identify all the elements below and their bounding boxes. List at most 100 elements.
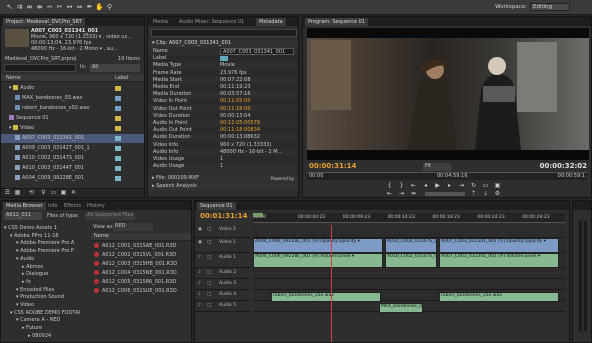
track-header[interactable]: ◉ ▢ Video 1 (195, 238, 250, 253)
safe-margins-icon[interactable]: ▭ (481, 182, 490, 190)
play-icon[interactable]: ▶ (433, 182, 442, 190)
project-item-audio[interactable]: MAX_barebones_03.wav (1, 94, 144, 103)
browser-folder[interactable]: ▾ Video (1, 302, 91, 309)
new-item-icon[interactable]: ▣ (59, 189, 68, 197)
browser-file[interactable]: A012_C004_0315NE_001.R3D (91, 269, 191, 277)
workspace-selector[interactable]: Workspace: Editing (495, 3, 570, 11)
project-item-folder[interactable]: ▾ Audio (1, 84, 144, 93)
music-clip[interactable]: robert_barebones_v02.wav (439, 292, 559, 302)
tab-media-browser[interactable]: Media Browser (3, 202, 46, 210)
work-area-bar[interactable] (253, 213, 263, 217)
metadata-row[interactable]: Video Duration 00:00:13:04 (148, 112, 298, 120)
selection-tool-icon[interactable]: ↖ (5, 3, 14, 12)
browser-folder[interactable]: ▾ Audio (1, 256, 91, 263)
audio-clip[interactable]: A004_C009_09228E_001 [A] Volume:Level ▾ (253, 253, 383, 268)
goto-next-edit-icon[interactable]: ⇥ (397, 190, 406, 198)
browser-file[interactable]: A012_C003_0315HB_001.R3D (91, 260, 191, 268)
eye-icon[interactable]: ◉ (198, 240, 202, 245)
video-clip[interactable]: A004_C009_09228E_001 [V] Opacity:Opacity… (253, 238, 383, 253)
files-header[interactable]: Name (91, 233, 191, 241)
tab-info[interactable]: Info (45, 202, 60, 210)
speaker-icon[interactable]: ♪ (198, 255, 201, 260)
browser-folder[interactable]: ▾ Encoded Files (1, 287, 91, 294)
rate-stretch-icon[interactable]: ⇿ (45, 3, 54, 12)
col-label[interactable]: Label (115, 75, 129, 81)
new-bin-icon[interactable]: ▭ (49, 189, 58, 197)
tab-effects[interactable]: Effects (61, 202, 84, 210)
lock-icon[interactable]: ▢ (207, 255, 211, 260)
metadata-value[interactable]: 00:07:22:08 (220, 77, 251, 84)
speaker-icon[interactable]: ♪ (198, 270, 201, 275)
find-icon[interactable]: ⚲ (39, 189, 48, 197)
metadata-row[interactable]: Label (148, 55, 298, 63)
project-item-video[interactable]: A009_C003_03142T_001_1 (1, 144, 144, 153)
goto-prev-edit-icon[interactable]: ⇤ (385, 190, 394, 198)
tab-sequence[interactable]: Sequence 01 (197, 202, 236, 210)
metadata-row[interactable]: Audio Out Point 00:11:18:00834 (148, 127, 298, 135)
metadata-value[interactable]: 00:11:18:00834 (220, 127, 260, 134)
col-name[interactable]: Name (6, 75, 21, 81)
eye-icon[interactable]: ◉ (198, 227, 202, 232)
trim-icon[interactable]: ⚙ (493, 190, 502, 198)
metadata-value[interactable]: A007_C003_031341_001 (220, 48, 294, 55)
lift-icon[interactable]: ⇡ (469, 190, 478, 198)
metadata-value[interactable]: 00:00:13.08632 (220, 134, 260, 141)
track-header[interactable]: ♪ ▢ Audio 5 (195, 301, 250, 312)
browser-folder[interactable]: ▸ fx (1, 279, 91, 286)
track-header[interactable]: ♪ ▢ Audio 4 (195, 290, 250, 301)
metadata-value[interactable]: 00:11:05:00 (220, 98, 251, 105)
project-item-folder[interactable]: ▾ Video (1, 124, 144, 133)
tab-project[interactable]: Project: Medieval_DVCPro_SRT (3, 18, 85, 26)
metadata-value[interactable]: 00:00:13:04 (220, 113, 251, 120)
slip-icon[interactable]: ↔ (65, 3, 74, 12)
mark-out-icon[interactable]: } (397, 182, 406, 190)
metadata-row[interactable]: Frame Rate 23.976 fps (148, 69, 298, 77)
loop-icon[interactable]: ↻ (469, 182, 478, 190)
metadata-row[interactable]: Video Usage 1 (148, 156, 298, 163)
project-item-video[interactable]: A010_C002_03147S_001 (1, 154, 144, 163)
timeline-timecode[interactable]: 00:01:31:14 (200, 212, 247, 220)
hand-icon[interactable]: ✋ (95, 3, 104, 12)
browser-folder[interactable]: ▸ 080924 (1, 333, 91, 340)
program-timecode[interactable]: 00:00:31:14 (309, 162, 356, 170)
workspace-dropdown[interactable]: Editing (530, 3, 570, 11)
program-video-frame[interactable] (307, 28, 589, 160)
metadata-row[interactable]: Video Info 960 x 720 (1.33333) (148, 141, 298, 149)
list-view-icon[interactable]: ☰ (3, 189, 12, 197)
lock-icon[interactable]: ▢ (207, 303, 211, 308)
audio-clip[interactable]: A007_C003_031341_001 [A] Volume:Level ▾ (439, 253, 559, 268)
metadata-row[interactable]: Media Type Movie (148, 62, 298, 69)
metadata-value[interactable]: 00:11:18:00 (220, 106, 251, 113)
track-header[interactable]: ♪ ▢ Audio 2 (195, 268, 250, 279)
lock-icon[interactable]: ▢ (207, 281, 211, 286)
browser-folder[interactable]: ▾ CS5 Demo Assets 1 (1, 225, 91, 232)
metadata-value[interactable]: 960 x 720 (1.33333) (220, 142, 271, 149)
metadata-row[interactable]: Audio Duration 00:00:13.08632 (148, 134, 298, 141)
extract-icon[interactable]: ⇣ (481, 190, 490, 198)
tab-history[interactable]: History (84, 202, 108, 210)
label-color-swatch[interactable] (220, 56, 228, 62)
browser-folder[interactable]: ▾ Production Sound (1, 294, 91, 301)
track-select-icon[interactable]: ⇉ (15, 3, 24, 12)
play-in-to-out-icon[interactable]: ⇹ (409, 190, 418, 198)
slide-icon[interactable]: ⇔ (75, 3, 84, 12)
zoom-icon[interactable]: ⚲ (105, 3, 114, 12)
lock-icon[interactable]: ▢ (207, 240, 211, 245)
output-icon[interactable]: ▣ (493, 182, 502, 190)
timeline-ruler[interactable]: 00:00 00:00:04:23 00:00:09:23 00:00:14:23 00… (253, 213, 565, 223)
clip-header[interactable]: ▾ Clip: A007_C003_031341_001 (148, 40, 298, 47)
browser-file[interactable]: A012_C001_031SAE_001.R3D (91, 242, 191, 250)
metadata-row[interactable]: Audio In Point 00:11:05:00578 (148, 120, 298, 127)
tab-audio-mixer[interactable]: Audio Mixer: Sequence 01 (176, 18, 247, 26)
tab-metadata[interactable]: Metadata (256, 18, 286, 26)
project-item-video[interactable]: A007_C003_031341_001 (1, 134, 144, 143)
ripple-edit-icon[interactable]: ⇹ (25, 3, 34, 12)
files-of-type-dropdown[interactable]: All Supported Files (85, 212, 135, 220)
metadata-value[interactable]: 1 (220, 156, 223, 163)
speaker-icon[interactable]: ♪ (198, 303, 201, 308)
speaker-icon[interactable]: ♪ (198, 292, 201, 297)
browser-folder[interactable]: ▾ Adobe Premiere Pro A (1, 240, 91, 247)
metadata-value[interactable]: 1 (220, 163, 223, 170)
tab-media[interactable]: Media (150, 18, 171, 26)
video-clip[interactable]: A010_C002_03147S_001 [V] (385, 238, 437, 253)
